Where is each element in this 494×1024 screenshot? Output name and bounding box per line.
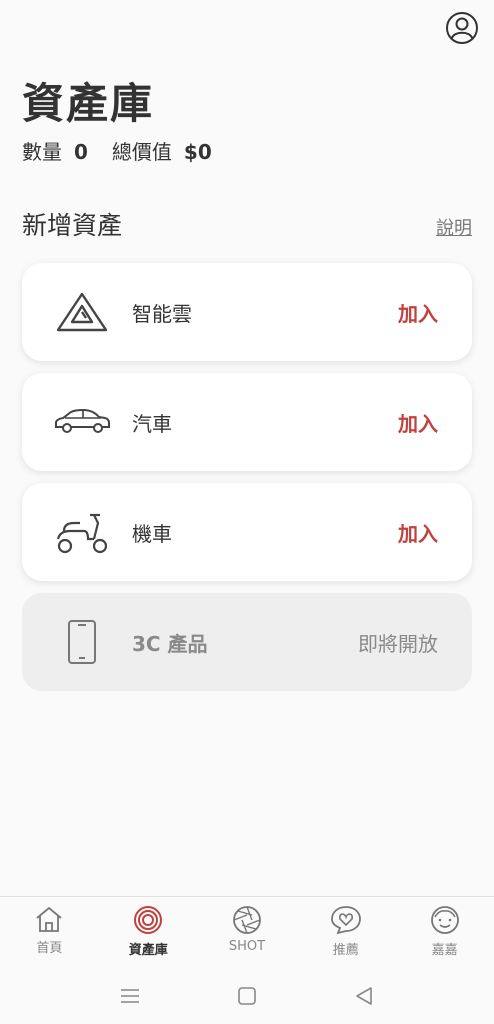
asset-label: 汽車 <box>132 411 172 436</box>
add-button[interactable]: 加入 <box>398 298 438 327</box>
asset-ring-icon <box>134 906 163 934</box>
asset-summary: 數量 0 總價值 $0 <box>22 136 236 165</box>
total-value-label: 總價值 <box>111 140 172 164</box>
car-icon <box>52 397 112 447</box>
nav-label: 首頁 <box>36 941 63 956</box>
home-square-icon[interactable] <box>235 984 259 1008</box>
heart-bubble-icon <box>330 906 361 935</box>
nav-label: SHOT <box>228 939 266 954</box>
nav-label: 資產庫 <box>128 943 168 958</box>
profile-button[interactable] <box>444 10 480 46</box>
camera-aperture-icon <box>233 906 261 934</box>
smiley-face-icon <box>430 906 459 934</box>
back-triangle-icon[interactable] <box>352 984 376 1008</box>
bottom-nav: 首頁 資產庫 SHOT 推薦 嘉嘉 <box>0 896 494 968</box>
nav-item-jiajia[interactable]: 嘉嘉 <box>395 897 494 968</box>
nav-item-home[interactable]: 首頁 <box>0 897 99 968</box>
asset-card-car[interactable]: 汽車 加入 <box>22 373 472 471</box>
user-profile-icon <box>446 12 478 44</box>
scooter-icon <box>52 507 112 557</box>
add-button[interactable]: 加入 <box>398 408 438 437</box>
asset-card-scooter[interactable]: 機車 加入 <box>22 483 472 581</box>
help-link[interactable]: 說明 <box>436 214 472 240</box>
system-nav-bar <box>0 968 494 1024</box>
menu-icon[interactable] <box>118 984 142 1008</box>
quantity-value: 0 <box>74 140 88 164</box>
total-value: $0 <box>183 140 212 164</box>
asset-label: 3C 產品 <box>132 631 208 656</box>
page-title: 資產庫 <box>22 79 155 128</box>
nav-item-shot[interactable]: SHOT <box>198 897 297 968</box>
section-title: 新增資產 <box>22 211 123 240</box>
nav-label: 嘉嘉 <box>431 943 458 958</box>
home-icon <box>36 906 62 932</box>
cloud-triangle-icon <box>52 287 112 337</box>
nav-item-assets[interactable]: 資產庫 <box>99 897 198 968</box>
coming-soon-label: 即將開放 <box>358 631 438 656</box>
asset-card-3c-product: 3C 產品 即將開放 <box>22 593 472 691</box>
quantity-label: 數量 <box>22 140 62 164</box>
add-button[interactable]: 加入 <box>398 518 438 547</box>
nav-label: 推薦 <box>332 943 359 958</box>
phone-icon <box>52 617 112 667</box>
nav-item-recommend[interactable]: 推薦 <box>296 897 395 968</box>
asset-card-smart-cloud[interactable]: 智能雲 加入 <box>22 263 472 361</box>
asset-label: 智能雲 <box>132 301 192 326</box>
asset-label: 機車 <box>132 521 172 546</box>
